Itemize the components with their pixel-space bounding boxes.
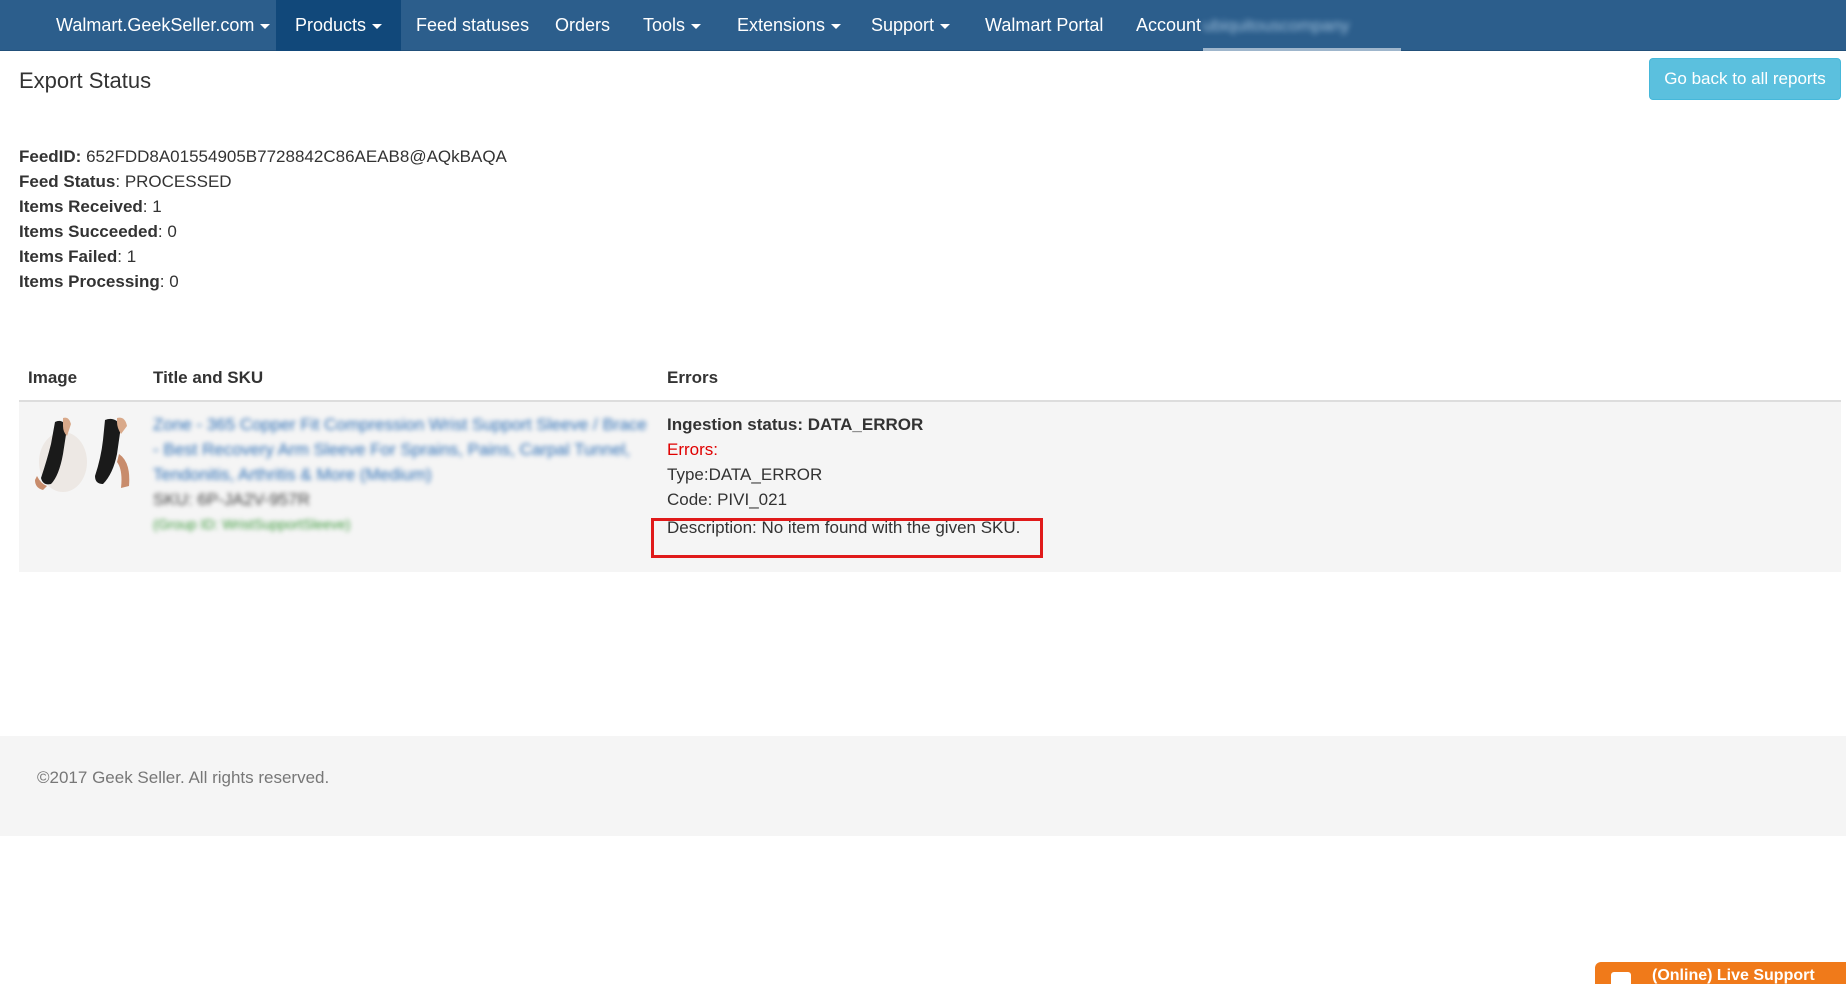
header-image: Image [28,368,78,387]
nav-products-menu[interactable]: Products [276,0,402,51]
title-sku-cell: Zone - 365 Copper Fit Compression Wrist … [153,412,653,537]
errors-cell: Ingestion status: DATA_ERROR Errors: Typ… [651,412,1367,558]
nav-tools-menu[interactable]: Tools [624,0,720,51]
table-row: Zone - 365 Copper Fit Compression Wrist … [19,402,1841,572]
nav-feed-statuses-label: Feed statuses [416,15,530,35]
items-failed-label: Items Failed [19,247,118,266]
feed-id-row: FeedID: 652FDD8A01554905B7728842C86AEAB8… [19,144,507,169]
nav-extensions-menu[interactable]: Extensions [718,0,860,51]
items-succeeded-value: 0 [167,222,177,241]
chevron-down-icon [372,23,383,29]
product-title-link[interactable]: Zone - 365 Copper Fit Compression Wrist … [153,412,653,487]
nav-tools-label: Tools [643,15,686,35]
nav-feed-statuses-link[interactable]: Feed statuses [397,0,548,51]
product-image[interactable] [33,414,139,494]
live-support-widget[interactable]: (Online) Live Support [1595,962,1846,984]
feed-id-value: 652FDD8A01554905B7728842C86AEAB8@AQkBAQA [86,147,507,166]
feed-status-label: Feed Status [19,172,116,191]
footer: ©2017 Geek Seller. All rights reserved. [0,736,1846,836]
items-processing-row: Items Processing: 0 [19,272,179,291]
nav-account-menu[interactable]: Account ubiquitouscompany [1117,0,1402,51]
nav-brand-label: Walmart.GeekSeller.com [56,15,255,35]
highlight-box [651,518,1043,558]
product-group-id: (Group ID: WristSupportSleeve) [153,516,351,532]
ingestion-status: Ingestion status: DATA_ERROR [667,415,924,434]
items-processing-value: 0 [169,272,179,291]
feed-status-row: Feed Status: PROCESSED [19,172,232,191]
nav-extensions-label: Extensions [737,15,826,35]
page-title: Export Status [19,68,152,93]
account-name-redacted: ubiquitouscompany [1203,0,1402,51]
items-received-value: 1 [152,197,162,216]
feed-id-label: FeedID: [19,147,82,166]
chevron-down-icon [260,23,271,29]
error-code: Code: PIVI_021 [667,490,788,509]
items-succeeded-row: Items Succeeded: 0 [19,222,177,241]
account-name-text: ubiquitouscompany [1203,16,1350,35]
product-sku: SKU: 6P-JA2V-957R [153,490,310,509]
feed-summary: FeedID: 652FDD8A01554905B7728842C86AEAB8… [19,144,507,294]
table-header: Image Title and SKU Errors [19,362,1841,402]
chevron-down-icon [940,23,951,29]
feed-status-value: PROCESSED [124,172,232,191]
nav-account-label: Account [1136,15,1202,35]
chevron-down-icon [691,23,702,29]
errors-label: Errors: [667,440,718,459]
nav-support-menu[interactable]: Support [852,0,969,51]
live-support-label: (Online) Live Support [1652,967,1815,984]
nav-orders-label: Orders [555,15,611,35]
account-underline [1203,48,1402,51]
error-type: Type:DATA_ERROR [667,465,823,484]
go-back-to-all-reports-button[interactable]: Go back to all reports [1649,58,1841,100]
nav-walmart-portal-link[interactable]: Walmart Portal [966,0,1122,51]
wrist-sleeve-image [33,414,139,494]
top-navbar: Walmart.GeekSeller.com Products Feed sta… [0,0,1846,51]
items-processing-label: Items Processing [19,272,160,291]
items-received-row: Items Received: 1 [19,197,162,216]
nav-products-label: Products [295,15,367,35]
results-table: Image Title and SKU Errors Zone - 365 Co… [19,362,1841,572]
nav-support-label: Support [871,15,935,35]
nav-walmart-portal-label: Walmart Portal [985,15,1104,35]
header-errors: Errors [667,368,719,387]
items-failed-row: Items Failed: 1 [19,247,137,266]
footer-copyright: ©2017 Geek Seller. All rights reserved. [37,768,330,787]
items-succeeded-label: Items Succeeded [19,222,158,241]
chevron-down-icon [831,23,842,29]
chat-icon [1611,972,1631,984]
items-failed-value: 1 [126,247,137,266]
header-title-and-sku: Title and SKU [153,368,264,387]
items-received-label: Items Received [19,197,143,216]
nav-orders-link[interactable]: Orders [536,0,629,51]
nav-brand-menu[interactable]: Walmart.GeekSeller.com [37,0,289,51]
